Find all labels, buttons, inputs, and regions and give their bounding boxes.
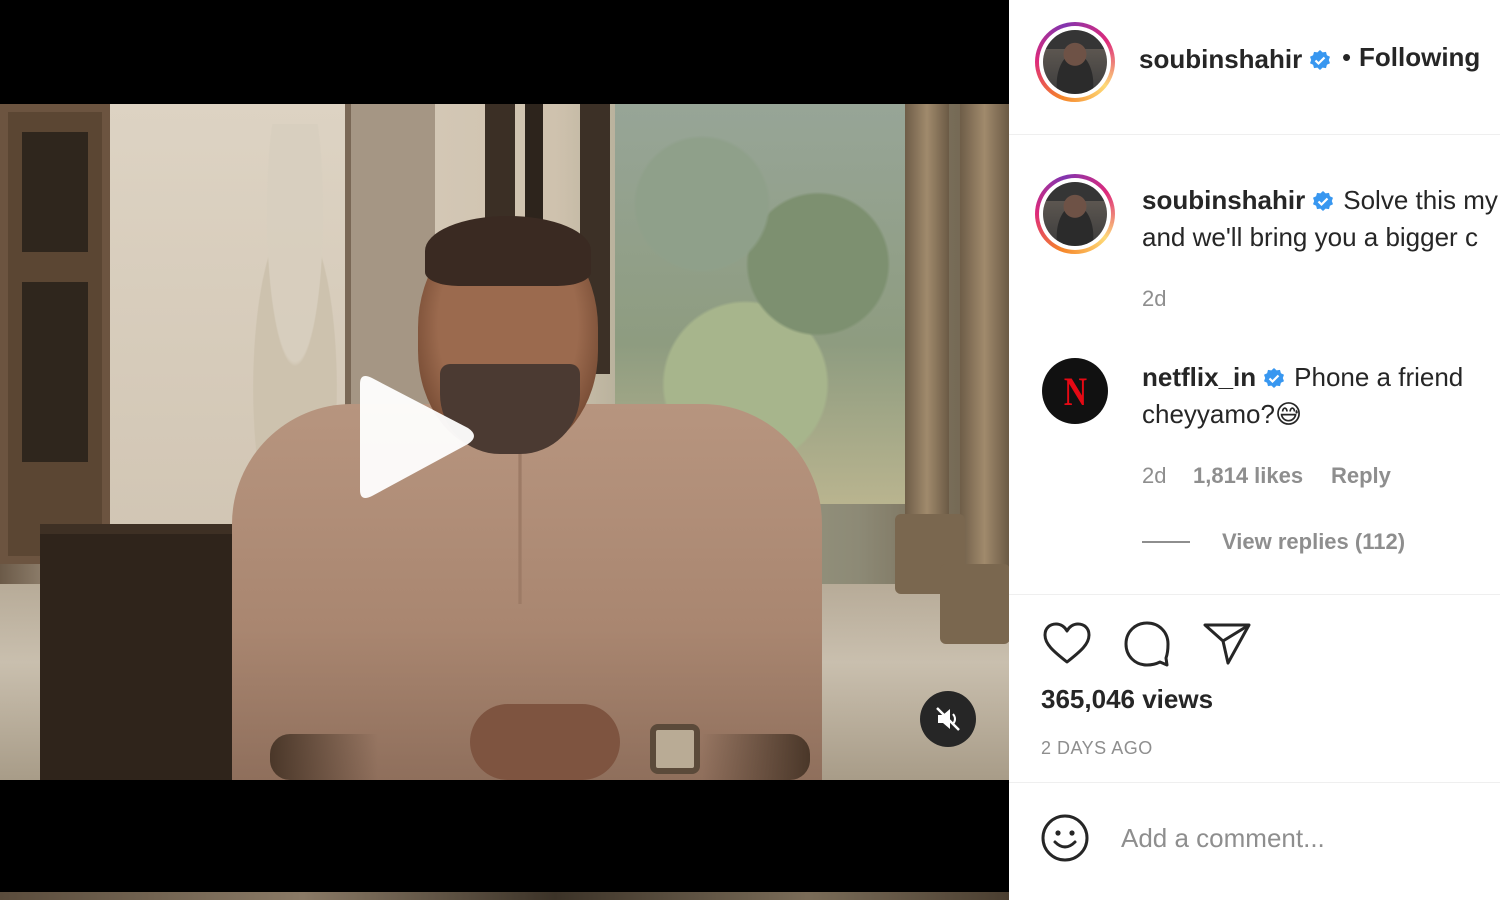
replies-line — [1142, 541, 1190, 543]
verified-badge-icon — [1264, 368, 1285, 389]
divider — [1009, 594, 1500, 595]
netflix-logo: N — [1063, 368, 1087, 414]
comment-text-cont: cheyyamo? — [1142, 399, 1275, 429]
next-thumbnail-strip — [0, 892, 1009, 900]
verified-badge-icon — [1310, 50, 1331, 71]
header-username[interactable]: soubinshahir — [1139, 44, 1332, 75]
view-replies-button[interactable]: View replies (112) — [1222, 529, 1405, 555]
username-text[interactable]: soubinshahir — [1139, 44, 1302, 74]
separator-dot: • — [1342, 42, 1352, 72]
netflix-avatar[interactable]: N — [1042, 358, 1108, 424]
divider — [1009, 134, 1500, 135]
caption-text: Solve this my — [1343, 185, 1498, 215]
reply-button[interactable]: Reply — [1331, 463, 1391, 489]
muted-speaker-icon — [936, 707, 960, 731]
verified-badge-icon — [1313, 191, 1334, 212]
emoji-button[interactable] — [1039, 812, 1091, 864]
like-button[interactable] — [1041, 618, 1093, 670]
comment-username[interactable]: netflix_in — [1142, 362, 1256, 392]
comment-likes[interactable]: 1,814 likes — [1193, 463, 1303, 489]
video-player[interactable] — [0, 0, 1009, 900]
comment-bubble-icon — [1124, 621, 1170, 667]
following-button[interactable]: Following — [1359, 42, 1480, 73]
comment-timestamp[interactable]: 2d — [1142, 463, 1166, 489]
paper-plane-icon — [1203, 623, 1251, 665]
mute-button[interactable] — [920, 691, 976, 747]
avatar[interactable] — [1035, 22, 1115, 102]
pillar — [905, 104, 949, 574]
share-button[interactable] — [1201, 618, 1253, 670]
play-button[interactable] — [350, 370, 480, 510]
wristwatch — [650, 724, 700, 774]
video-frame[interactable] — [0, 104, 1009, 780]
comment-text: Phone a friend — [1294, 362, 1464, 392]
person-hair — [425, 216, 591, 286]
pillar — [960, 104, 1009, 574]
comment-button[interactable] — [1121, 618, 1173, 670]
caption-username[interactable]: soubinshahir — [1142, 185, 1305, 215]
comment-line-1: netflix_in Phone a friend — [1142, 359, 1463, 396]
caption-timestamp[interactable]: 2d — [1142, 286, 1166, 312]
post-time-ago[interactable]: 2 DAYS AGO — [1041, 738, 1153, 759]
profile-photo — [1043, 30, 1107, 94]
person-hands — [470, 704, 620, 780]
play-icon — [360, 376, 474, 498]
profile-photo — [1043, 182, 1107, 246]
sweat-smile-emoji: 😅 — [1274, 399, 1303, 429]
comment-line-2: cheyyamo?😅 — [1142, 396, 1302, 433]
divider — [1009, 782, 1500, 783]
add-comment-input[interactable] — [1121, 815, 1481, 861]
view-count[interactable]: 365,046 views — [1041, 684, 1213, 715]
caption-line-2: and we'll bring you a bigger c — [1142, 222, 1478, 252]
window — [0, 104, 110, 564]
smiley-icon — [1041, 814, 1089, 862]
caption-avatar[interactable] — [1035, 174, 1115, 254]
post-details-panel: soubinshahir • Following soubinshahir So… — [1009, 0, 1500, 900]
pillar-base — [940, 564, 1009, 644]
heart-icon — [1043, 622, 1091, 664]
caption-line-1: soubinshahir Solve this my — [1142, 182, 1498, 219]
